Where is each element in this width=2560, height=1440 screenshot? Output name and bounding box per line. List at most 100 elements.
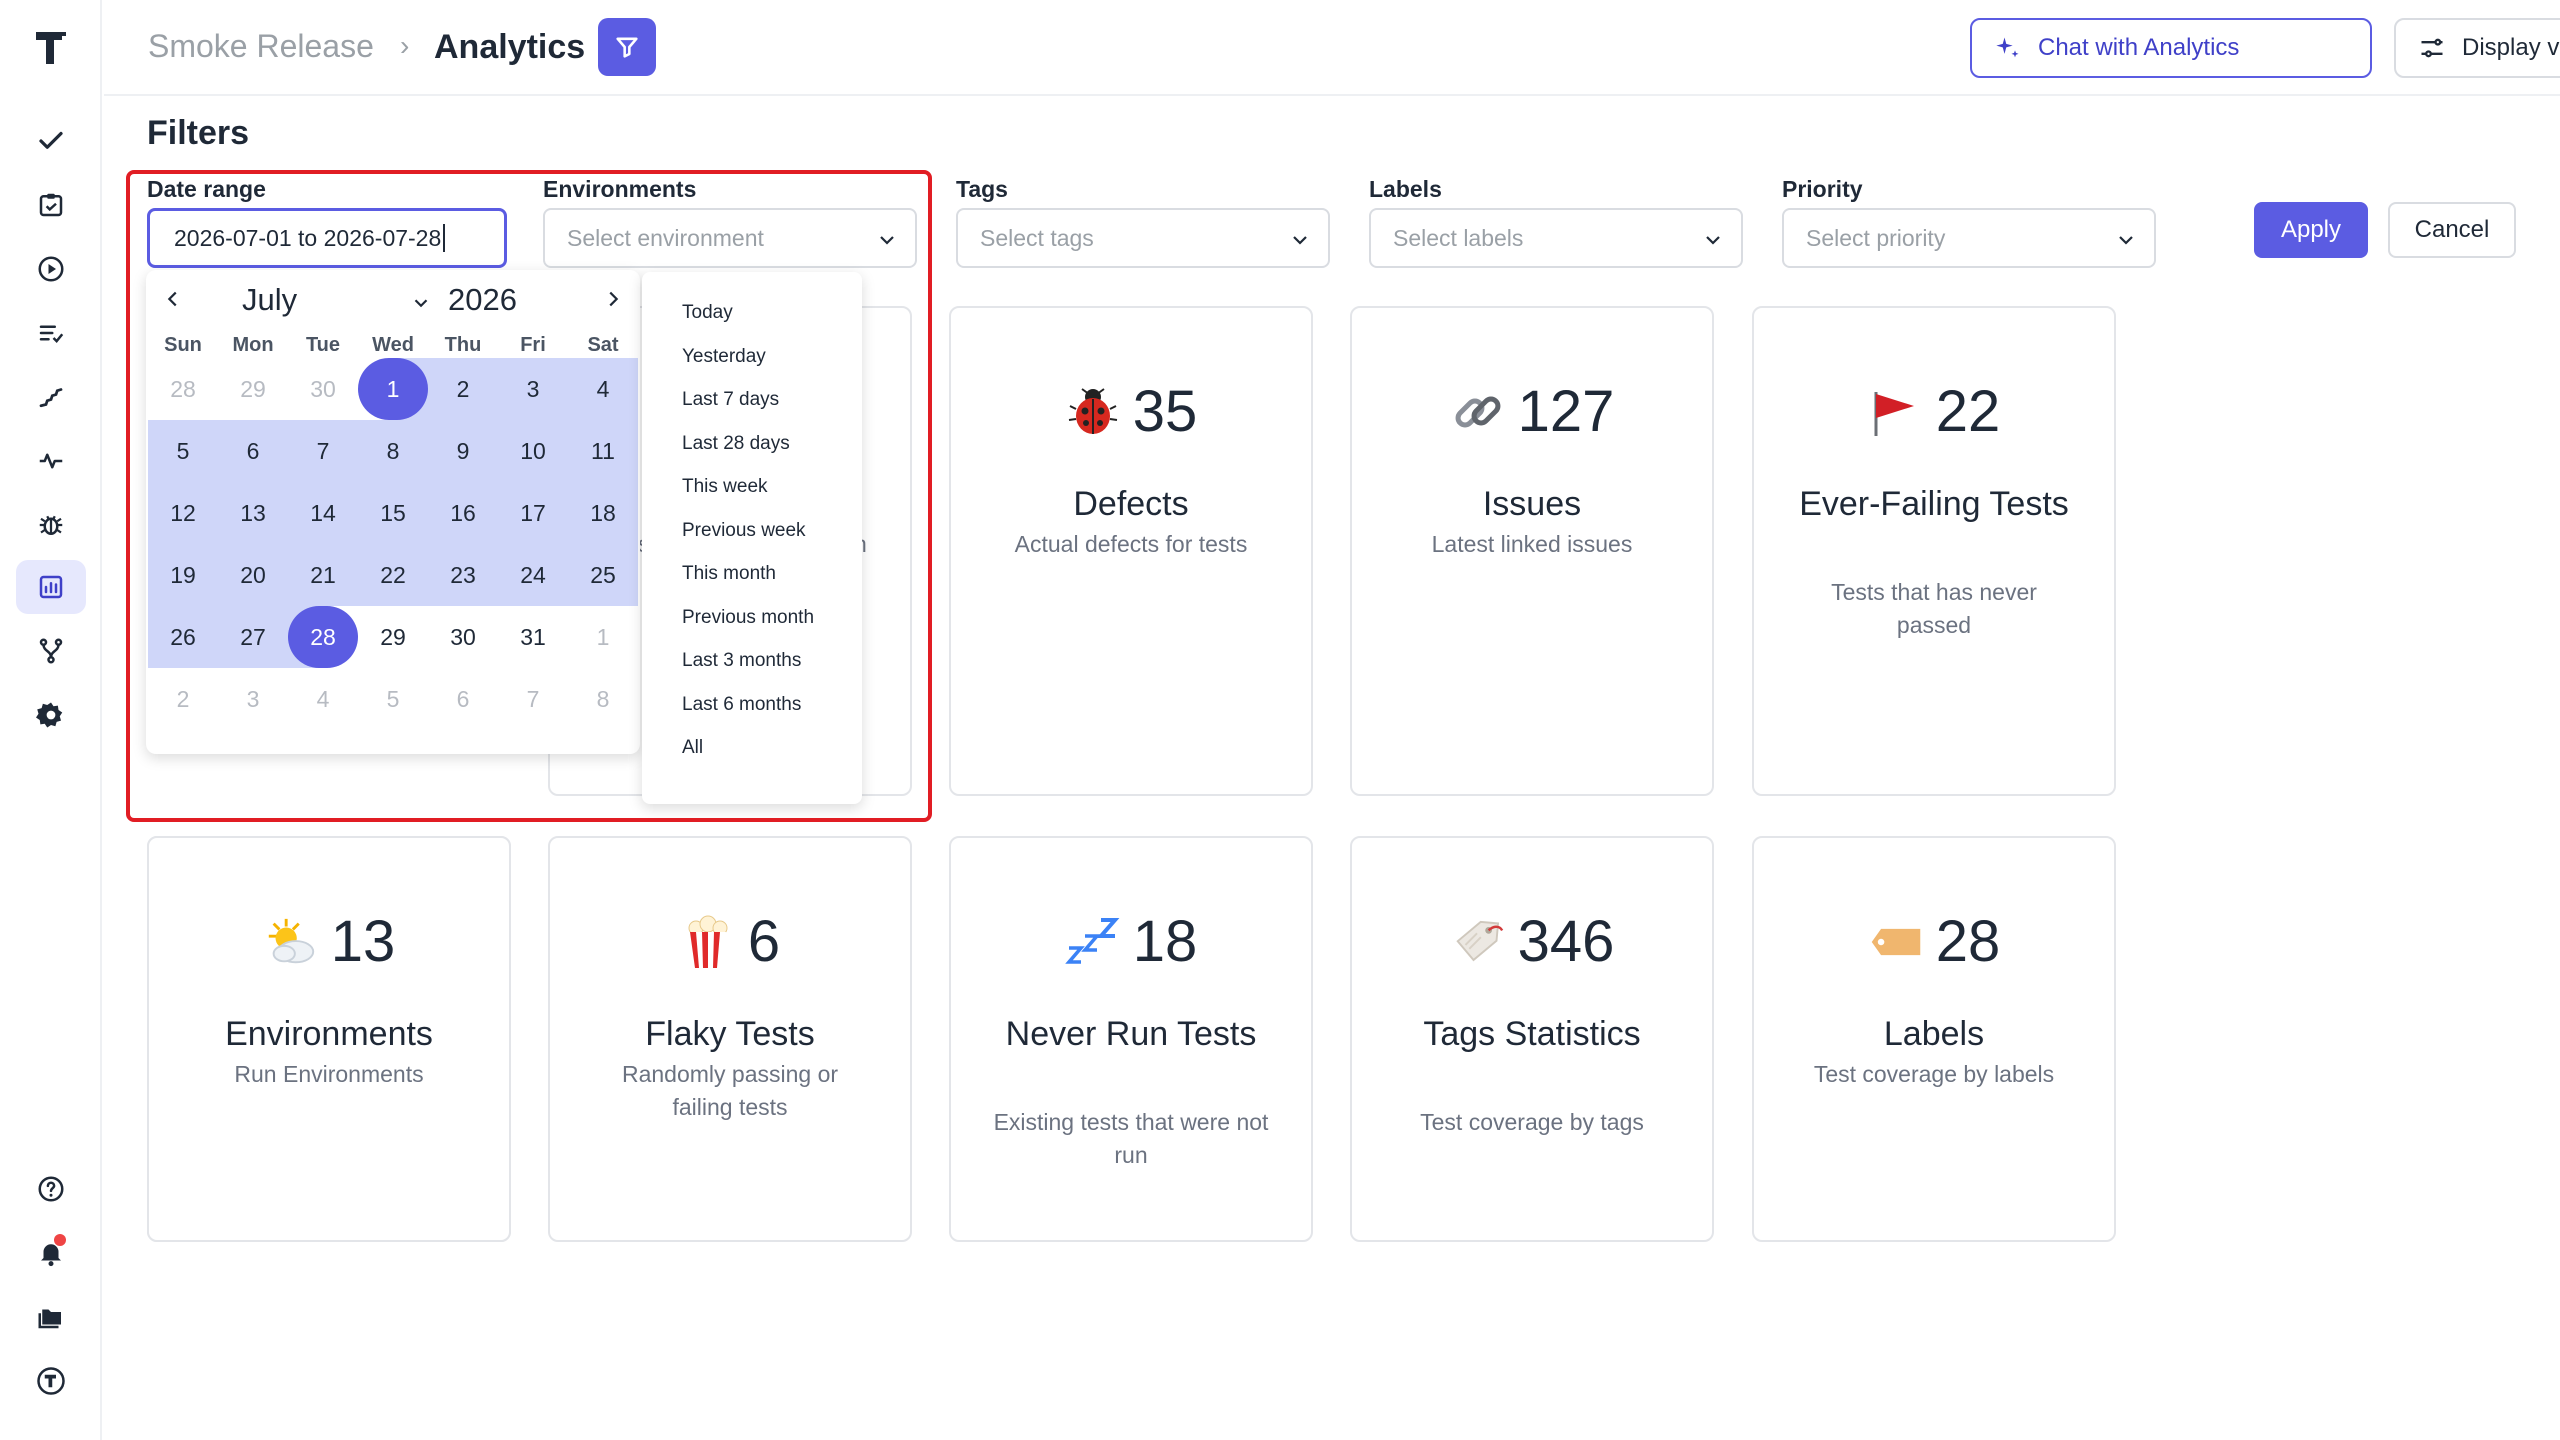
chat-with-analytics-button[interactable]: Chat with Analytics (1970, 18, 2372, 78)
analytics-card[interactable]: 346 Tags Statistics Test coverage by tags (1350, 836, 1714, 1242)
calendar-day[interactable]: 4 (568, 358, 638, 420)
analytics-card[interactable]: 127 Issues Latest linked issues (1350, 306, 1714, 796)
calendar-day[interactable]: 11 (568, 420, 638, 482)
preset-option[interactable]: Last 3 months (682, 650, 801, 672)
calendar-day[interactable]: 29 (358, 606, 428, 668)
cancel-button[interactable]: Cancel (2388, 202, 2516, 258)
calendar-year-input[interactable]: 2026 (448, 282, 517, 318)
branch-icon[interactable] (16, 624, 86, 678)
preset-option[interactable]: Today (682, 302, 733, 324)
analytics-card[interactable]: 35 Defects Actual defects for tests (949, 306, 1313, 796)
preset-option[interactable]: Last 7 days (682, 389, 779, 411)
environment-placeholder: Select environment (567, 224, 764, 251)
user-avatar[interactable] (16, 1354, 86, 1408)
analytics-card[interactable]: 22 Ever-Failing Tests Tests that has never… (1752, 306, 2116, 796)
checkmark-icon[interactable] (16, 114, 86, 168)
calendar-month-select[interactable]: July (242, 282, 297, 318)
calendar-day[interactable]: 28 (288, 606, 358, 668)
preset-option[interactable]: This week (682, 476, 768, 498)
date-picker-calendar: July 2026 Sun Mon Tue Wed Thu Fri Sat 28 29 30 1 2 3… (146, 270, 640, 754)
calendar-day[interactable]: 30 (288, 358, 358, 420)
labels-placeholder: Select labels (1393, 224, 1524, 251)
calendar-day[interactable]: 12 (148, 482, 218, 544)
display-view-button[interactable]: Display view (2394, 18, 2560, 78)
tags-select[interactable]: Select tags (956, 208, 1330, 268)
analytics-card[interactable]: 13 Environments Run Environments (147, 836, 511, 1242)
labels-select[interactable]: Select labels (1369, 208, 1743, 268)
bug-icon[interactable] (16, 498, 86, 552)
calendar-day[interactable]: 6 (218, 420, 288, 482)
calendar-day[interactable]: 30 (428, 606, 498, 668)
bell-icon[interactable] (16, 1226, 86, 1280)
calendar-day[interactable]: 24 (498, 544, 568, 606)
date-range-input[interactable]: 2026-07-01 to 2026-07-28 (147, 208, 507, 268)
play-circle-icon[interactable] (16, 242, 86, 296)
calendar-day[interactable]: 8 (568, 668, 638, 730)
breadcrumb-parent[interactable]: Smoke Release (148, 28, 374, 65)
chevron-down-icon[interactable] (410, 292, 432, 314)
analytics-chart-icon[interactable] (16, 560, 86, 614)
calendar-day[interactable]: 2 (148, 668, 218, 730)
analytics-card[interactable]: 28 Labels Test coverage by labels (1752, 836, 2116, 1242)
calendar-day[interactable]: 2 (428, 358, 498, 420)
calendar-day[interactable]: 27 (218, 606, 288, 668)
list-check-icon[interactable] (16, 306, 86, 360)
preset-option[interactable]: Previous week (682, 520, 806, 542)
preset-option[interactable]: Last 6 months (682, 694, 801, 716)
help-icon[interactable] (16, 1162, 86, 1216)
apply-button[interactable]: Apply (2254, 202, 2368, 258)
gear-icon[interactable] (16, 688, 86, 742)
calendar-day[interactable]: 26 (148, 606, 218, 668)
analytics-card[interactable]: 6 Flaky Tests Randomly passing or failing … (548, 836, 912, 1242)
steps-icon[interactable] (16, 370, 86, 424)
calendar-day[interactable]: 22 (358, 544, 428, 606)
calendar-day[interactable]: 23 (428, 544, 498, 606)
calendar-day[interactable]: 28 (148, 358, 218, 420)
calendar-day[interactable]: 19 (148, 544, 218, 606)
calendar-day[interactable]: 31 (498, 606, 568, 668)
calendar-day[interactable]: 20 (218, 544, 288, 606)
calendar-day[interactable]: 3 (498, 358, 568, 420)
calendar-day[interactable]: 7 (288, 420, 358, 482)
preset-option[interactable]: This month (682, 563, 776, 585)
priority-select[interactable]: Select priority (1782, 208, 2156, 268)
preset-option[interactable]: Yesterday (682, 346, 766, 368)
chevron-right-icon (609, 291, 619, 307)
calendar-day[interactable]: 18 (568, 482, 638, 544)
calendar-day[interactable]: 14 (288, 482, 358, 544)
pulse-icon[interactable] (16, 434, 86, 488)
preset-option[interactable]: All (682, 737, 703, 759)
calendar-day[interactable]: 5 (148, 420, 218, 482)
calendar-day[interactable]: 8 (358, 420, 428, 482)
calendar-day[interactable]: 6 (428, 668, 498, 730)
calendar-day[interactable]: 25 (568, 544, 638, 606)
calendar-day[interactable]: 13 (218, 482, 288, 544)
calendar-day[interactable]: 16 (428, 482, 498, 544)
calendar-day[interactable]: 3 (218, 668, 288, 730)
preset-option[interactable]: Previous month (682, 607, 814, 629)
calendar-day[interactable]: 4 (288, 668, 358, 730)
calendar-day[interactable]: 10 (498, 420, 568, 482)
priority-placeholder: Select priority (1806, 224, 1946, 251)
next-month-button[interactable] (598, 282, 628, 316)
calendar-day[interactable]: 15 (358, 482, 428, 544)
calendar-day[interactable]: 7 (498, 668, 568, 730)
calendar-day[interactable]: 21 (288, 544, 358, 606)
preset-option[interactable]: Last 28 days (682, 433, 790, 455)
folders-icon[interactable] (16, 1290, 86, 1344)
calendar-day[interactable]: 1 (358, 358, 428, 420)
weekday-header: Sat (587, 334, 619, 356)
filter-toggle-button[interactable] (598, 18, 656, 76)
calendar-day[interactable]: 9 (428, 420, 498, 482)
app-logo[interactable] (32, 26, 70, 66)
calendar-day[interactable]: 29 (218, 358, 288, 420)
calendar-day[interactable]: 5 (358, 668, 428, 730)
calendar-day[interactable]: 1 (568, 606, 638, 668)
clipboard-check-icon[interactable] (16, 178, 86, 232)
environment-select[interactable]: Select environment (543, 208, 917, 268)
analytics-card[interactable]: 18 Never Run Tests Existing tests that wer… (949, 836, 1313, 1242)
calendar-day[interactable]: 17 (498, 482, 568, 544)
card-description: Actual defects for tests (1014, 531, 1248, 557)
weekday-header: Mon (232, 334, 274, 356)
previous-month-button[interactable] (158, 282, 188, 316)
